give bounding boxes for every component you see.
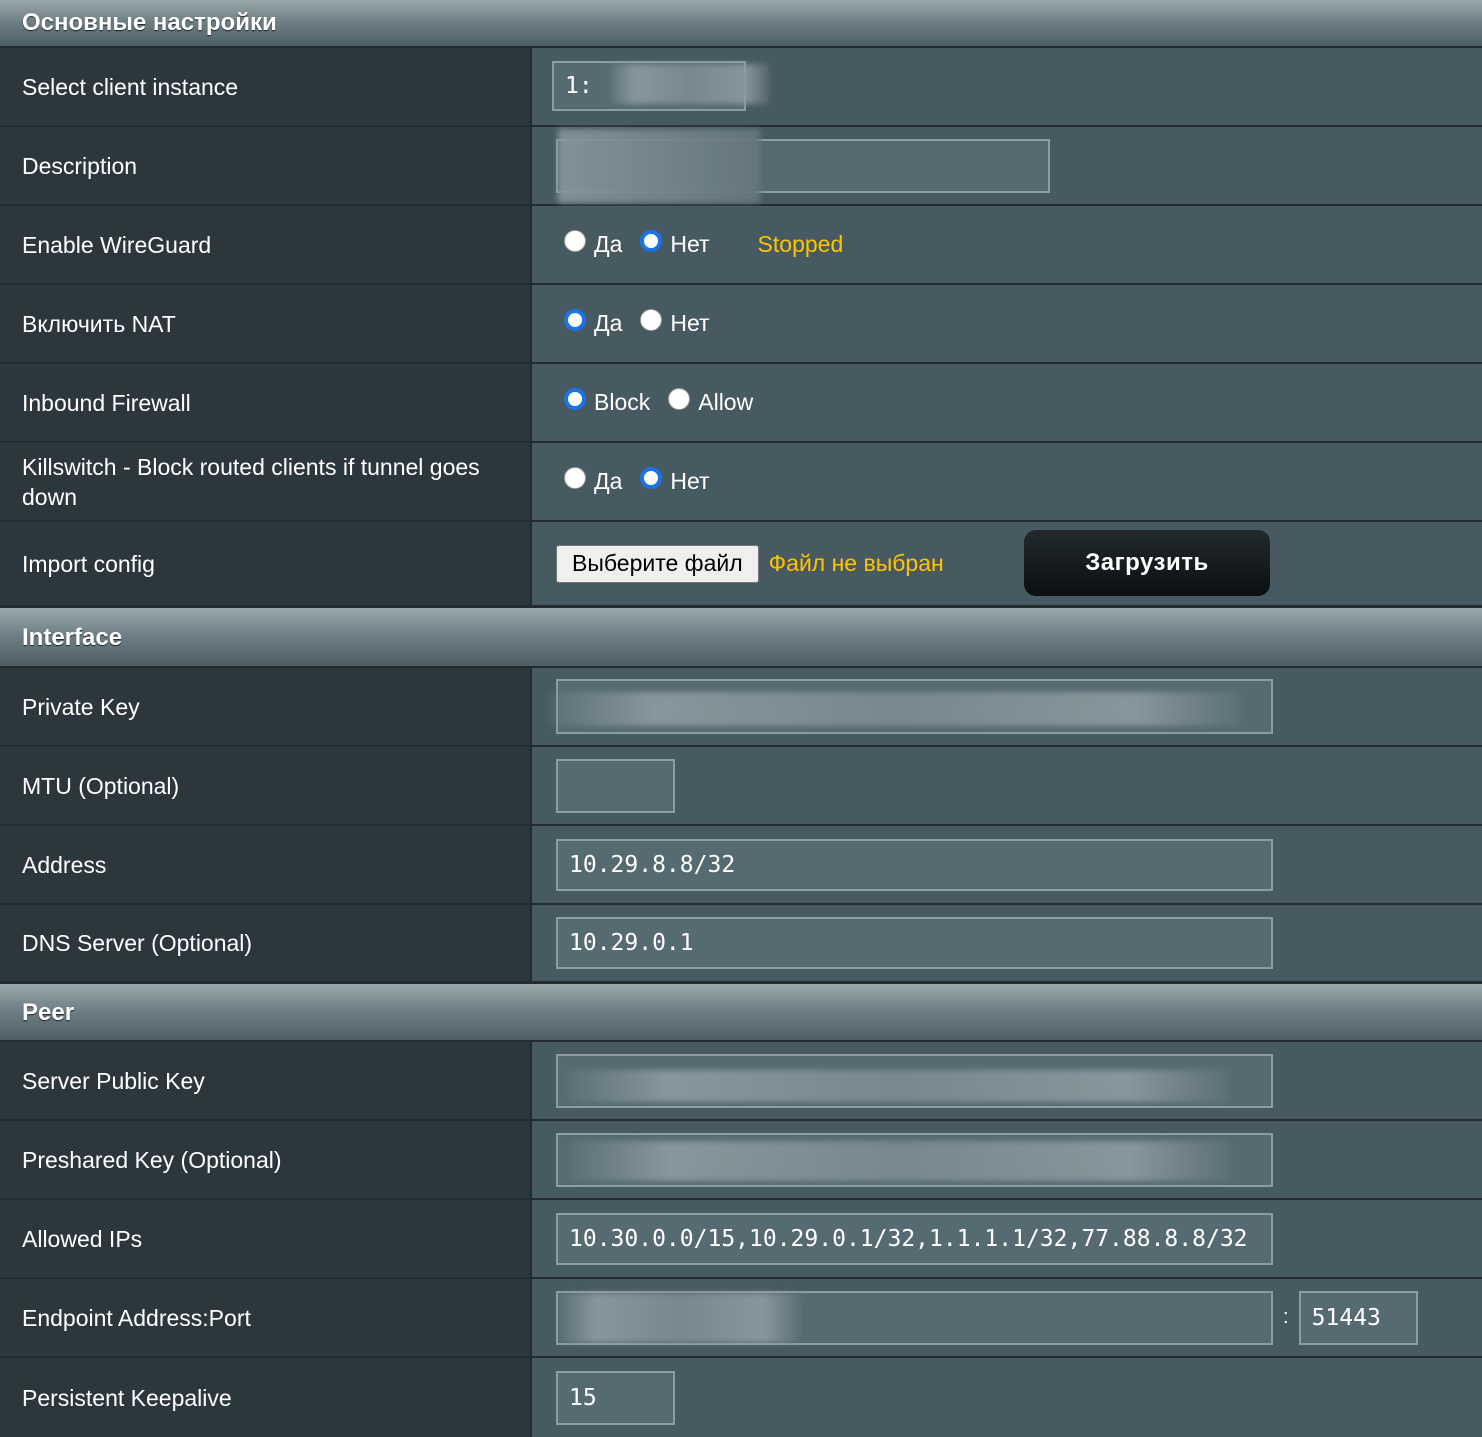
redacted-description bbox=[558, 129, 760, 203]
row-address: Address 10.29.8.8/32 bbox=[0, 826, 1482, 905]
row-inbound-firewall: Inbound Firewall Block Allow bbox=[0, 364, 1482, 443]
section-header-peer: Peer bbox=[0, 984, 1482, 1042]
row-server-public-key: Server Public Key bbox=[0, 1042, 1482, 1121]
killswitch-yes-radio[interactable]: Да bbox=[564, 466, 622, 495]
endpoint-label: Endpoint Address:Port bbox=[0, 1279, 532, 1356]
redacted-private-key bbox=[550, 692, 1240, 726]
inbound-firewall-label: Inbound Firewall bbox=[0, 364, 532, 441]
row-description: Description bbox=[0, 127, 1482, 206]
section-title-basic: Основные настройки bbox=[22, 9, 277, 36]
radio-checked-icon bbox=[640, 229, 663, 252]
server-public-key-label: Server Public Key bbox=[0, 1042, 532, 1119]
endpoint-port-separator: : bbox=[1283, 1306, 1289, 1328]
private-key-label: Private Key bbox=[0, 668, 532, 745]
dns-input[interactable]: 10.29.0.1 bbox=[556, 917, 1273, 969]
allowed-ips-input[interactable]: 10.30.0.0/15,10.29.0.1/32,1.1.1.1/32,77.… bbox=[556, 1212, 1273, 1265]
description-label: Description bbox=[0, 127, 532, 204]
nat-label: Включить NAT bbox=[0, 285, 532, 362]
row-nat: Включить NAT Да Нет bbox=[0, 285, 1482, 364]
client-instance-label: Select client instance bbox=[0, 48, 532, 125]
endpoint-port-input[interactable]: 51443 bbox=[1298, 1290, 1418, 1345]
nat-yes-radio[interactable]: Да bbox=[564, 308, 622, 337]
firewall-block-radio[interactable]: Block bbox=[564, 387, 650, 416]
mtu-label: MTU (Optional) bbox=[0, 747, 532, 824]
nat-no-radio[interactable]: Нет bbox=[640, 308, 710, 337]
address-input[interactable]: 10.29.8.8/32 bbox=[556, 838, 1273, 891]
allowed-ips-label: Allowed IPs bbox=[0, 1200, 532, 1277]
redacted-instance-name bbox=[610, 64, 770, 104]
radio-unchecked-icon bbox=[668, 387, 691, 410]
redacted-server-public-key bbox=[568, 1070, 1228, 1102]
dns-label: DNS Server (Optional) bbox=[0, 905, 532, 981]
row-endpoint: Endpoint Address:Port : 51443 bbox=[0, 1279, 1482, 1358]
enable-wireguard-yes-radio[interactable]: Да bbox=[564, 229, 622, 258]
radio-checked-icon bbox=[640, 466, 663, 489]
address-label: Address bbox=[0, 826, 532, 903]
redacted-preshared-key bbox=[570, 1141, 1230, 1181]
enable-wireguard-label: Enable WireGuard bbox=[0, 206, 532, 283]
radio-unchecked-icon bbox=[564, 229, 586, 252]
killswitch-label: Killswitch - Block routed clients if tun… bbox=[0, 443, 532, 520]
upload-button[interactable]: Загрузить bbox=[1024, 530, 1270, 596]
keepalive-label: Persistent Keepalive bbox=[0, 1358, 532, 1437]
killswitch-no-radio[interactable]: Нет bbox=[640, 466, 710, 495]
redacted-endpoint-address bbox=[560, 1293, 800, 1343]
radio-checked-icon bbox=[564, 387, 586, 410]
row-client-instance: Select client instance 1: bbox=[0, 48, 1482, 127]
no-file-chosen-text: Файл не выбран bbox=[768, 550, 944, 576]
row-keepalive: Persistent Keepalive 15 bbox=[0, 1358, 1482, 1437]
row-import-config: Import config Выберите файл Файл не выбр… bbox=[0, 522, 1482, 608]
enable-wireguard-no-radio[interactable]: Нет bbox=[640, 229, 710, 258]
client-instance-value: 1: bbox=[565, 72, 593, 99]
mtu-input[interactable] bbox=[556, 758, 675, 813]
radio-unchecked-icon bbox=[640, 308, 663, 331]
choose-file-button[interactable]: Выберите файл bbox=[556, 544, 759, 583]
preshared-key-label: Preshared Key (Optional) bbox=[0, 1121, 532, 1198]
row-dns: DNS Server (Optional) 10.29.0.1 bbox=[0, 905, 1482, 984]
row-killswitch: Killswitch - Block routed clients if tun… bbox=[0, 443, 1482, 522]
row-enable-wireguard: Enable WireGuard Да Нет Stopped bbox=[0, 206, 1482, 285]
section-header-interface: Interface bbox=[0, 608, 1482, 668]
row-preshared-key: Preshared Key (Optional) bbox=[0, 1121, 1482, 1200]
section-header-basic: Основные настройки bbox=[0, 0, 1482, 48]
section-title-interface: Interface bbox=[22, 624, 123, 651]
section-title-peer: Peer bbox=[22, 999, 75, 1026]
row-allowed-ips: Allowed IPs 10.30.0.0/15,10.29.0.1/32,1.… bbox=[0, 1200, 1482, 1279]
wireguard-status-text: Stopped bbox=[757, 231, 844, 257]
radio-checked-icon bbox=[564, 308, 586, 331]
row-mtu: MTU (Optional) bbox=[0, 747, 1482, 826]
keepalive-input[interactable]: 15 bbox=[556, 1370, 675, 1425]
firewall-allow-radio[interactable]: Allow bbox=[668, 387, 753, 416]
row-private-key: Private Key bbox=[0, 668, 1482, 747]
import-config-label: Import config bbox=[0, 522, 532, 605]
radio-unchecked-icon bbox=[564, 466, 586, 489]
